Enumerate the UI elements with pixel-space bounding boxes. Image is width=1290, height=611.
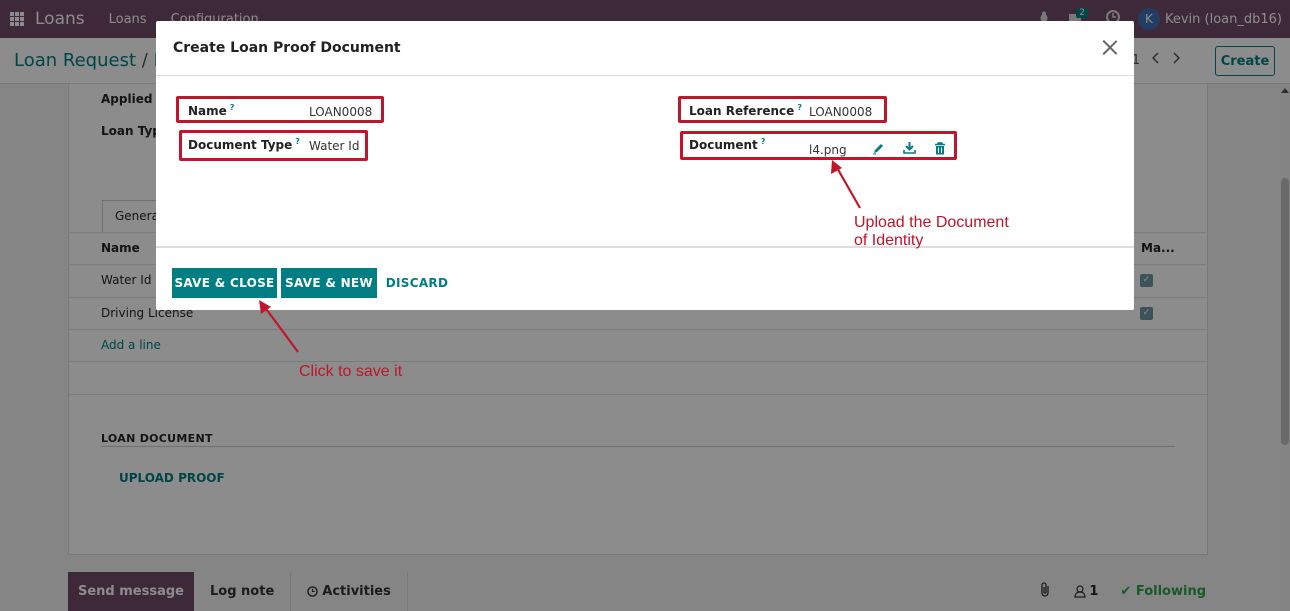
loan-reference-label: Loan Reference? — [689, 103, 802, 118]
help-icon[interactable]: ? — [797, 103, 802, 112]
name-label-text: Name — [188, 104, 227, 118]
name-field[interactable]: LOAN0008 — [309, 105, 372, 119]
document-filename: l4.png — [809, 143, 847, 157]
upload-annotation: Upload the Document of Identity — [854, 214, 1009, 250]
name-label: Name? — [188, 103, 234, 118]
modal-header: Create Loan Proof Document — [156, 21, 1134, 76]
save-new-button[interactable]: SAVE & NEW — [281, 268, 377, 298]
trash-icon[interactable] — [934, 142, 948, 156]
upload-annotation-line2: of Identity — [854, 232, 924, 249]
help-icon[interactable]: ? — [230, 103, 235, 112]
modal-title: Create Loan Proof Document — [173, 40, 401, 56]
help-icon[interactable]: ? — [761, 137, 766, 146]
modal-footer: SAVE & CLOSE SAVE & NEW DISCARD — [156, 246, 1134, 310]
discard-button[interactable]: DISCARD — [382, 268, 452, 298]
document-type-field[interactable]: Water Id — [309, 139, 359, 153]
save-close-button[interactable]: SAVE & CLOSE — [172, 268, 277, 298]
document-type-label-text: Document Type — [188, 138, 293, 152]
loan-reference-label-text: Loan Reference — [689, 104, 795, 118]
save-annotation: Click to save it — [299, 363, 403, 380]
pencil-icon[interactable] — [872, 142, 886, 156]
download-icon[interactable] — [903, 141, 917, 155]
close-icon[interactable] — [1100, 38, 1120, 58]
document-label-text: Document — [689, 138, 758, 152]
document-label: Document? — [689, 137, 765, 152]
document-type-label: Document Type? — [188, 137, 300, 152]
create-loan-proof-dialog: Create Loan Proof Document Name? LOAN000… — [156, 21, 1134, 310]
upload-annotation-line1: Upload the Document — [854, 214, 1009, 231]
help-icon[interactable]: ? — [295, 137, 300, 146]
loan-reference-field[interactable]: LOAN0008 — [809, 105, 872, 119]
